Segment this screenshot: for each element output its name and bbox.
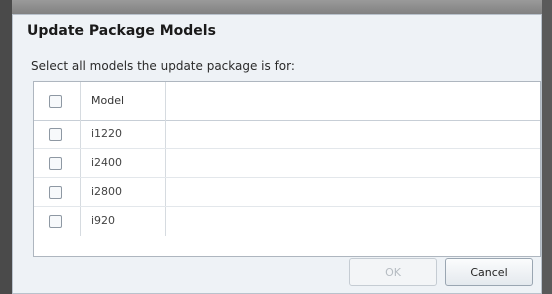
model-name: i2400 [91, 156, 123, 169]
parent-window-left-edge [0, 0, 12, 294]
header-model-cell[interactable]: Model [80, 82, 166, 120]
row-checkbox[interactable] [49, 215, 62, 228]
ok-button[interactable]: OK [349, 258, 437, 286]
model-name: i920 [91, 214, 116, 227]
update-package-models-dialog: Update Package Models Select all models … [12, 14, 542, 294]
parent-window-right-edge [542, 0, 552, 294]
row-check-cell [34, 207, 80, 236]
row-model-cell: i2800 [80, 178, 166, 206]
row-model-cell: i1220 [80, 120, 166, 148]
row-check-cell [34, 178, 80, 206]
select-all-checkbox[interactable] [49, 95, 62, 108]
header-check-cell [34, 82, 80, 120]
row-check-cell [34, 149, 80, 177]
cancel-button[interactable]: Cancel [445, 258, 533, 286]
row-checkbox[interactable] [49, 186, 62, 199]
table-row[interactable]: i920 [34, 207, 540, 236]
dialog-title: Update Package Models [27, 23, 216, 39]
table-row[interactable]: i2800 [34, 178, 540, 207]
row-model-cell: i920 [80, 207, 166, 236]
table-row[interactable]: i2400 [34, 149, 540, 178]
models-grid: Model i1220 i2400 i2800 i920 [33, 81, 541, 257]
model-name: i2800 [91, 185, 123, 198]
row-checkbox[interactable] [49, 128, 62, 141]
table-row[interactable]: i1220 [34, 120, 540, 149]
model-name: i1220 [91, 127, 123, 140]
row-model-cell: i2400 [80, 149, 166, 177]
row-checkbox[interactable] [49, 157, 62, 170]
grid-header: Model [34, 82, 540, 121]
row-check-cell [34, 120, 80, 148]
model-column-header: Model [91, 94, 125, 107]
instruction-text: Select all models the update package is … [31, 59, 295, 73]
